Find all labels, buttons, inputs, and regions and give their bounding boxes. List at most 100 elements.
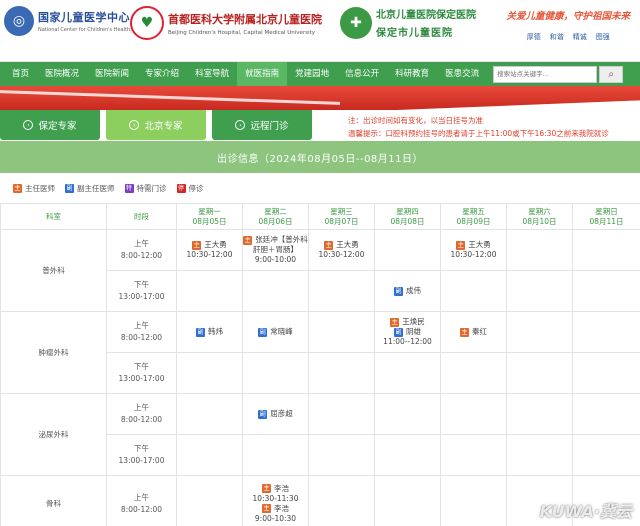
doctor-name[interactable]: 屈彦超 xyxy=(270,409,293,418)
motto-link-4[interactable]: 图强 xyxy=(596,32,610,42)
slot-label: 上午 xyxy=(134,239,149,248)
logo2-subtitle: Beijing Children's Hospital, Capital Med… xyxy=(168,29,316,36)
doctor-name[interactable]: 常晓峰 xyxy=(270,327,293,336)
schedule-cell[interactable]: 副成伟 xyxy=(374,270,441,312)
slot-label: 下午 xyxy=(134,280,149,289)
motto-link-2[interactable]: 和谐 xyxy=(550,32,564,42)
col-dept: 科室 xyxy=(0,203,107,230)
schedule-cell xyxy=(572,311,640,353)
slot-am: 上午 8:00-12:00 xyxy=(106,229,177,271)
doctor-name[interactable]: 韩炜 xyxy=(208,327,223,336)
table-header-row: 科室 时段 星期一 08月05日 星期二 08月06日 星期三 08月07日 星期四 0… xyxy=(0,203,640,230)
tab-label: 北京专家 xyxy=(144,121,183,132)
schedule-cell[interactable]: 主秦红 xyxy=(440,311,507,353)
schedule-cell[interactable]: 副韩炜 xyxy=(176,311,243,353)
slot-pm: 下午 13:00-17:00 xyxy=(106,270,177,312)
doctor-name[interactable]: 王焕民 xyxy=(402,317,425,326)
schedule-cell[interactable]: 主王大勇 10:30-12:00 xyxy=(440,229,507,271)
schedule-cell xyxy=(374,352,441,394)
legend-suspended: 停停诊 xyxy=(176,183,204,194)
baoding-logo[interactable]: ✚ 北京儿童医院保定医院 保定市儿童医院 xyxy=(340,6,476,39)
doctor-name[interactable]: 李浩 xyxy=(274,484,289,493)
national-center-logo[interactable]: ◎ 国家儿童医学中心 National Center for Children'… xyxy=(4,6,148,36)
col-day: 星期一 08月05日 xyxy=(176,203,243,230)
schedule-cell xyxy=(506,393,573,435)
tab-beijing-experts[interactable]: › 北京专家 xyxy=(106,110,206,140)
motto-link-1[interactable]: 厚德 xyxy=(527,32,541,42)
schedule-cell xyxy=(176,393,243,435)
bch-logo[interactable]: ♥ 首都医科大学附属北京儿童医院 Beijing Children's Hosp… xyxy=(130,6,322,40)
nav-home[interactable]: 首页 xyxy=(4,62,37,86)
doctor-name[interactable]: 成伟 xyxy=(406,286,421,295)
arrow-circle-icon: › xyxy=(129,120,140,130)
legend-special: 特特需门诊 xyxy=(124,183,167,194)
slot-time: 8:00-12:00 xyxy=(120,333,163,342)
red-ribbon-decoration xyxy=(0,86,640,110)
schedule-cell[interactable]: 主王大勇 10:30-12:00 xyxy=(176,229,243,271)
tab-label: 保定专家 xyxy=(38,121,77,132)
nav-experts[interactable]: 专家介绍 xyxy=(137,62,187,86)
schedule-cell xyxy=(572,229,640,271)
slogan-text: 关爱儿童健康，守护祖国未来 xyxy=(506,11,630,22)
chief-icon: 主 xyxy=(13,183,22,193)
schedule-cell xyxy=(308,270,375,312)
chief-icon: 主 xyxy=(456,240,466,250)
doctor-name[interactable]: 王大勇 xyxy=(468,240,491,249)
associate-icon: 副 xyxy=(196,327,205,337)
doctor-name[interactable]: 秦红 xyxy=(472,327,487,336)
legend: 主主任医师 副副主任医师 特特需门诊 停停诊 xyxy=(0,173,640,203)
slot-time: 13:00-17:00 xyxy=(118,292,165,301)
tab-banner: › 保定专家 › 北京专家 › 远程门诊 注：出诊时间如有变化，以当日挂号为准 温馨提… xyxy=(0,86,640,141)
tab-baoding-experts[interactable]: › 保定专家 xyxy=(0,110,100,140)
tab-remote-clinic[interactable]: › 远程门诊 xyxy=(212,110,312,140)
doctor-time: 9:00-10:00 xyxy=(254,255,297,264)
schedule-cell xyxy=(440,352,507,394)
watermark: KUWA·冀云 xyxy=(539,502,632,521)
doctor-name[interactable]: 阴雄 xyxy=(406,327,421,336)
nav-departments[interactable]: 科室导航 xyxy=(187,62,237,86)
nav-news[interactable]: 医院新闻 xyxy=(87,62,137,86)
nav-overview[interactable]: 医院概况 xyxy=(37,62,87,86)
schedule-cell xyxy=(440,270,507,312)
schedule-cell[interactable]: 副屈彦超 xyxy=(242,393,309,435)
doctor-name[interactable]: 王大勇 xyxy=(336,240,359,249)
notice-line-2: 温馨提示：口腔科预约挂号的患者请于上午11:00或下午16:30之前来我院就诊 xyxy=(348,129,609,138)
day-name: 星期五 xyxy=(462,206,485,216)
col-day: 星期五 08月09日 xyxy=(440,203,507,230)
schedule-table: 科室 时段 星期一 08月05日 星期二 08月06日 星期三 08月07日 星期四 0… xyxy=(0,203,640,526)
slot-time: 8:00-12:00 xyxy=(120,504,163,514)
col-day: 星期四 08月08日 xyxy=(374,203,441,230)
slot-label: 上午 xyxy=(134,321,149,330)
associate-icon: 副 xyxy=(258,409,268,419)
nav-guide[interactable]: 就医指南 xyxy=(237,62,288,86)
motto-link-3[interactable]: 精诚 xyxy=(573,32,587,42)
doctor-name[interactable]: 张廷冲【普外科 肝胆＋胃肠】 xyxy=(253,235,308,254)
schedule-cell xyxy=(440,434,507,476)
schedule-cell xyxy=(308,434,375,476)
nav-party[interactable]: 党建园地 xyxy=(287,62,337,86)
slot-label: 上午 xyxy=(134,492,149,502)
legend-chief: 主主任医师 xyxy=(13,183,55,194)
schedule-cell[interactable]: 主王大勇 10:30-12:00 xyxy=(308,229,375,271)
arrow-circle-icon: › xyxy=(235,120,246,130)
schedule-cell xyxy=(242,434,309,476)
schedule-cell[interactable]: 主张廷冲【普外科 肝胆＋胃肠】 9:00-10:00 xyxy=(242,229,309,271)
nav-info[interactable]: 信息公开 xyxy=(337,62,387,86)
search-input[interactable] xyxy=(493,65,598,83)
chief-icon: 主 xyxy=(262,484,271,493)
nav-exchange[interactable]: 医患交流 xyxy=(437,62,487,86)
schedule-cell[interactable]: 副常晓峰 xyxy=(242,311,309,353)
schedule-cell[interactable]: 主王焕民副阴雄 11:00--12:00 xyxy=(374,311,441,353)
doctor-name[interactable]: 李浩 xyxy=(274,504,289,513)
schedule-cell xyxy=(308,475,375,526)
nav-research[interactable]: 科研教育 xyxy=(387,62,437,86)
slot-time: 13:00-17:00 xyxy=(118,456,165,465)
slot-time: 13:00-17:00 xyxy=(118,374,165,383)
doctor-name[interactable]: 王大勇 xyxy=(204,240,227,249)
slot-label: 下午 xyxy=(134,444,149,453)
search-icon[interactable]: ⌕ xyxy=(599,65,624,83)
site-search: ⌕ xyxy=(493,65,624,83)
notice-line-1: 注：出诊时间如有变化，以当日挂号为准 xyxy=(348,116,483,125)
col-day: 星期六 08月10日 xyxy=(506,203,573,230)
schedule-cell[interactable]: 主李浩 10:30-11:30 主李浩 9:00-10:30 xyxy=(242,475,309,526)
